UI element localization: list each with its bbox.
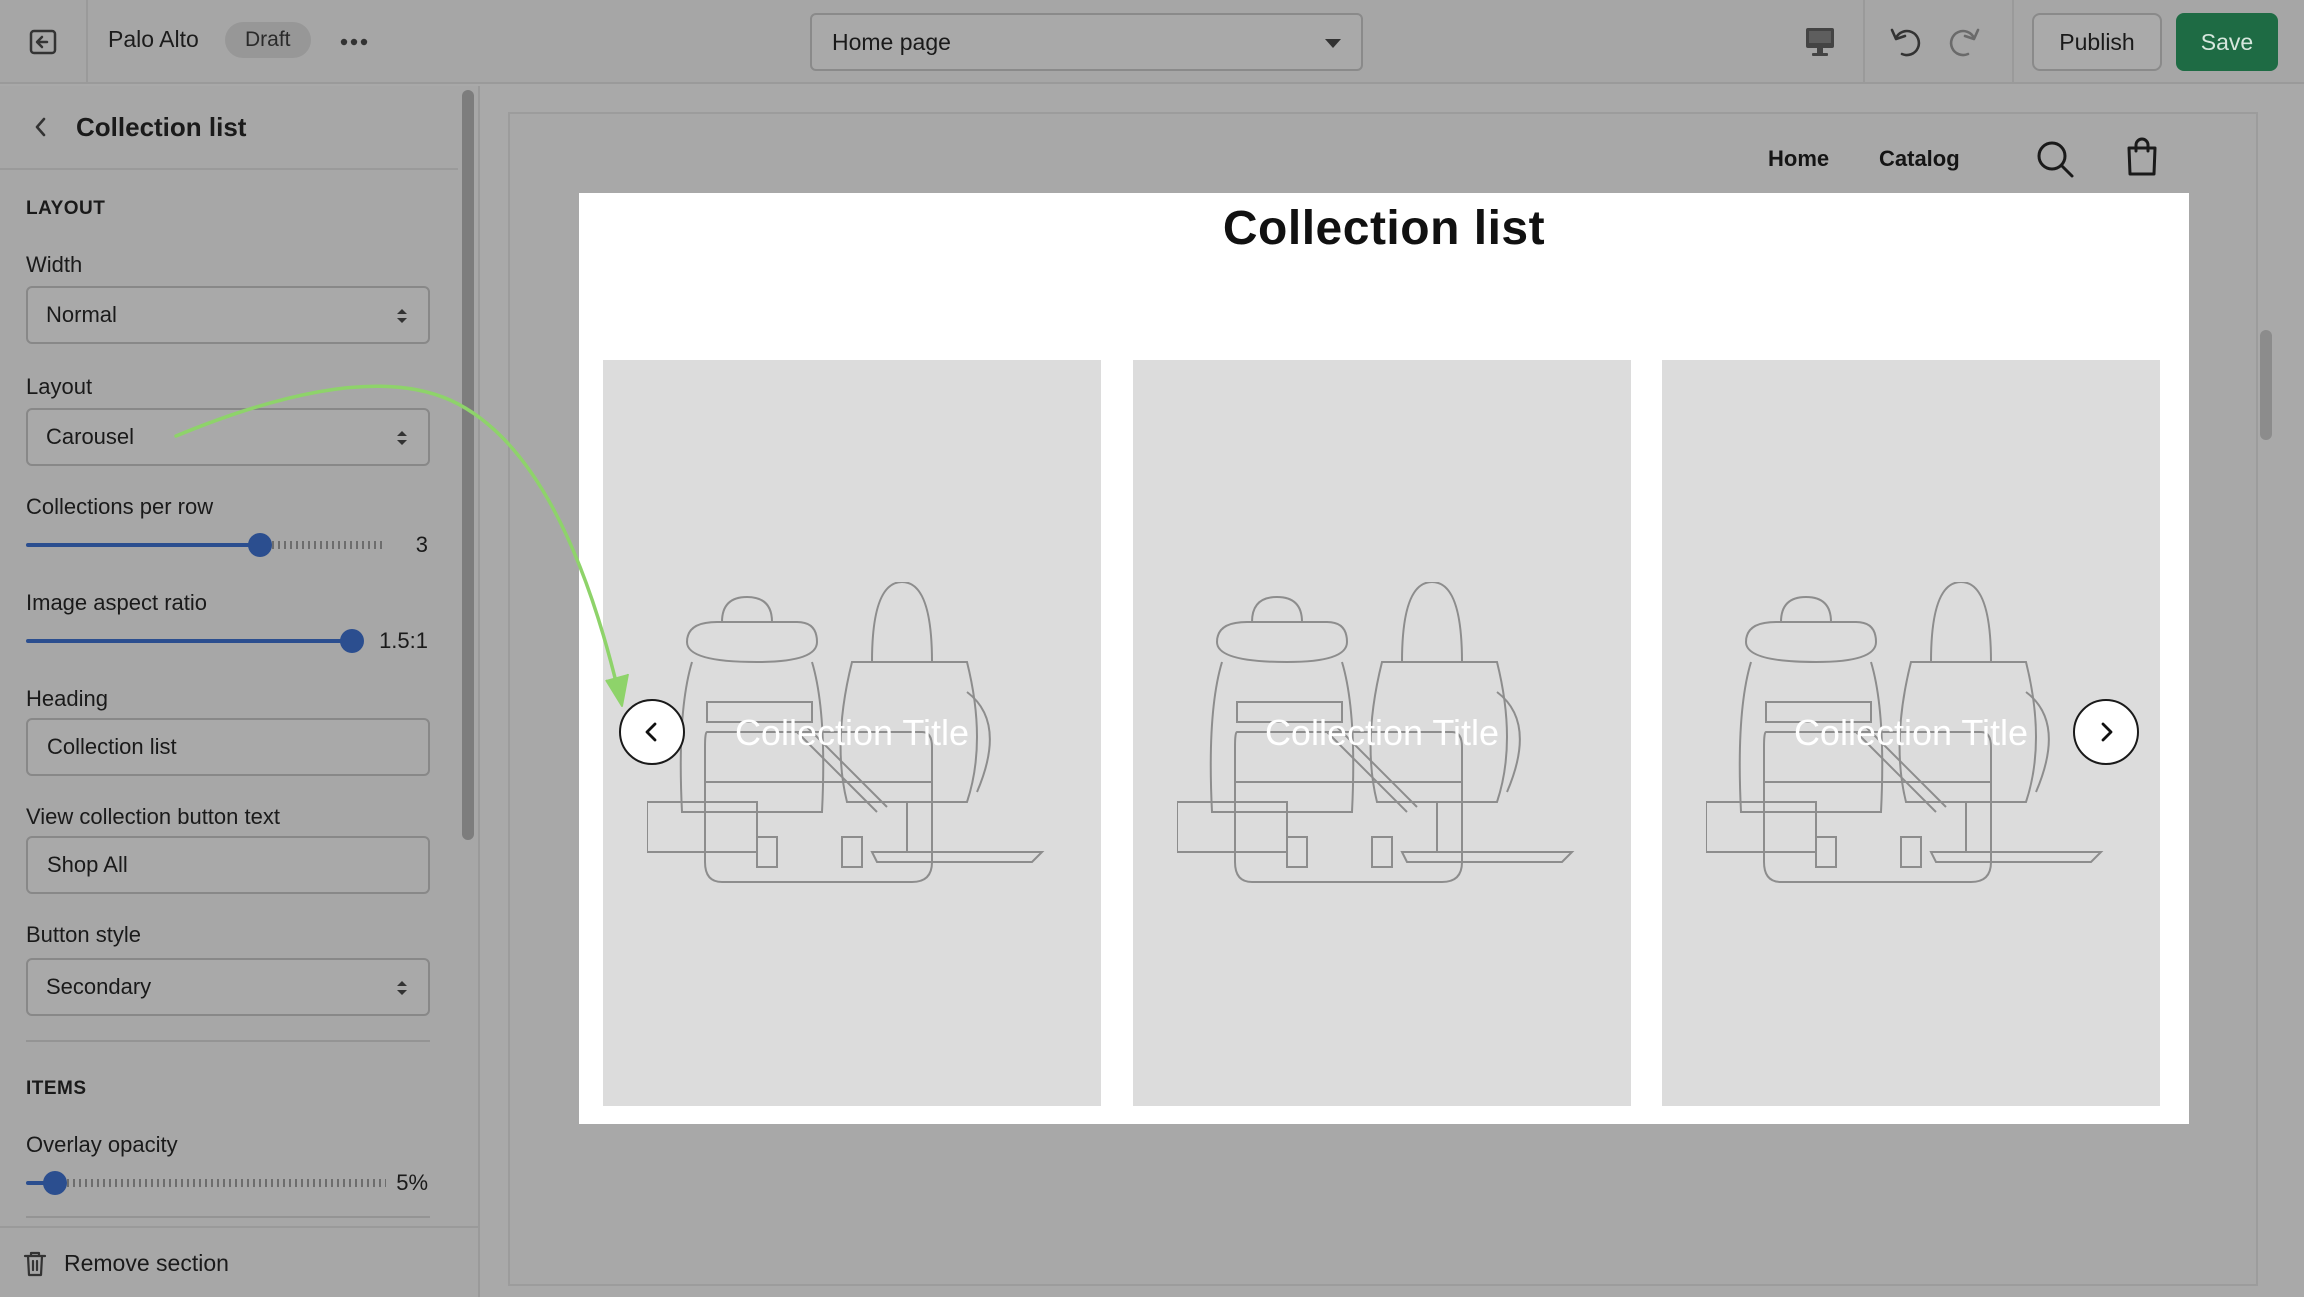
chevron-left-icon xyxy=(35,117,46,137)
chevron-down-icon xyxy=(1325,39,1341,48)
slider-thumb[interactable] xyxy=(43,1171,67,1195)
chevron-left-icon xyxy=(645,722,657,742)
top-bar: Palo Alto Draft Home page Publish Save xyxy=(0,0,2304,84)
redo-icon xyxy=(1949,28,1980,57)
publish-button[interactable]: Publish xyxy=(2032,13,2162,71)
width-select-value: Normal xyxy=(46,302,117,327)
undo-button[interactable] xyxy=(1884,20,1928,64)
status-badge: Draft xyxy=(225,22,311,58)
sidebar-title: Collection list xyxy=(76,112,247,142)
select-arrows-icon xyxy=(397,981,407,995)
redo-button[interactable] xyxy=(1942,20,1986,64)
more-horizontal-icon xyxy=(340,38,368,46)
button-style-select-value: Secondary xyxy=(46,974,152,999)
collection-title: Collection Title xyxy=(1264,712,1500,753)
items-section-label: ITEMS xyxy=(26,1078,87,1099)
save-button[interactable]: Save xyxy=(2176,13,2278,71)
slider-track xyxy=(67,1179,386,1187)
carousel-prev-button[interactable] xyxy=(619,699,685,765)
search-icon[interactable] xyxy=(2034,138,2076,180)
collection-list-section[interactable]: Collection list Collection Title Collect… xyxy=(579,193,2189,1124)
layout-label: Layout xyxy=(26,374,93,399)
exit-icon xyxy=(29,29,57,55)
section-title: Collection list xyxy=(1222,202,1546,255)
trash-icon xyxy=(23,1251,47,1277)
heading-input[interactable]: Collection list xyxy=(26,718,430,776)
shopping-bag-icon[interactable] xyxy=(2124,136,2160,178)
select-arrows-icon xyxy=(397,309,407,323)
button-style-select[interactable]: Secondary xyxy=(26,958,430,1016)
image-aspect-ratio-slider[interactable] xyxy=(26,626,364,656)
slider-thumb[interactable] xyxy=(248,533,272,557)
divider xyxy=(26,1216,430,1218)
carousel-next-button[interactable] xyxy=(2073,699,2139,765)
overlay-opacity-value: 5% xyxy=(396,1170,428,1195)
remove-section-button[interactable]: Remove section xyxy=(0,1226,478,1297)
layout-select-value: Carousel xyxy=(46,424,135,449)
nav-link-home[interactable]: Home xyxy=(1768,146,1829,172)
width-select[interactable]: Normal xyxy=(26,286,430,344)
heading-label: Heading xyxy=(26,686,108,711)
select-arrows-icon xyxy=(397,431,407,445)
image-aspect-ratio-label: Image aspect ratio xyxy=(26,590,207,615)
undo-icon xyxy=(1890,28,1921,57)
divider xyxy=(1863,0,1865,84)
collections-per-row-slider[interactable] xyxy=(26,530,386,560)
slider-track-fill xyxy=(26,639,352,643)
view-button-text-input[interactable]: Shop All xyxy=(26,836,430,894)
collection-card[interactable]: Collection Title xyxy=(1133,360,1631,1106)
chevron-right-icon xyxy=(2101,722,2113,742)
overlay-opacity-slider[interactable] xyxy=(26,1168,386,1198)
width-label: Width xyxy=(26,252,83,277)
store-name: Palo Alto xyxy=(108,26,199,52)
view-button-text-label: View collection button text xyxy=(26,804,280,829)
exit-button[interactable] xyxy=(0,0,88,84)
collections-per-row-label: Collections per row xyxy=(26,494,214,519)
image-aspect-ratio-value: 1.5:1 xyxy=(379,628,428,653)
page-select[interactable]: Home page xyxy=(810,13,1363,71)
slider-thumb[interactable] xyxy=(340,629,364,653)
desktop-preview-button[interactable] xyxy=(1798,22,1842,62)
more-actions-button[interactable] xyxy=(336,24,372,60)
preview-scrollbar[interactable] xyxy=(2260,330,2272,440)
sidebar-header: Collection list xyxy=(0,86,458,170)
nav-link-catalog[interactable]: Catalog xyxy=(1879,146,1960,172)
desktop-icon xyxy=(1806,28,1834,56)
divider xyxy=(2012,0,2014,84)
page-select-value: Home page xyxy=(832,29,951,55)
collections-per-row-value: 3 xyxy=(415,532,428,557)
remove-section-label: Remove section xyxy=(64,1250,229,1276)
slider-track xyxy=(272,541,386,549)
button-style-label: Button style xyxy=(26,922,141,947)
divider xyxy=(26,1040,430,1042)
layout-select[interactable]: Carousel xyxy=(26,408,430,466)
overlay-opacity-label: Overlay opacity xyxy=(26,1132,178,1157)
back-button[interactable] xyxy=(26,112,56,142)
settings-sidebar: Collection list LAYOUT Width Normal Layo… xyxy=(0,86,480,1297)
sidebar-scrollbar[interactable] xyxy=(462,90,474,840)
layout-section-label: LAYOUT xyxy=(26,198,106,219)
slider-track-fill xyxy=(26,543,260,547)
